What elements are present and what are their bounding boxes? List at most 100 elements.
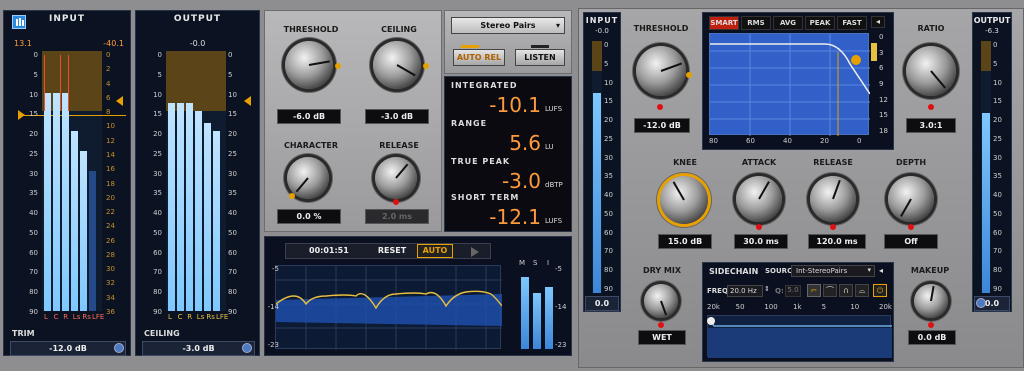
depth-label: DEPTH bbox=[895, 158, 927, 167]
scale-tick: 5 bbox=[604, 59, 609, 68]
mode-dropdown[interactable]: Stereo Pairs ▾ bbox=[451, 17, 565, 34]
history-reset-button[interactable]: RESET bbox=[373, 244, 411, 258]
bell-filter-button[interactable]: ∩ bbox=[839, 284, 853, 297]
scale-tick: 34 bbox=[106, 293, 115, 302]
scale-tick: 20 bbox=[106, 193, 115, 202]
drymix-field[interactable]: WET bbox=[638, 330, 686, 345]
output-ceiling-marker[interactable] bbox=[244, 96, 251, 106]
graph-x-tick: 0 bbox=[857, 137, 862, 145]
scale-tick: 50 bbox=[228, 228, 237, 237]
scale-tick: 50 bbox=[993, 209, 1002, 218]
history-bar-i bbox=[545, 287, 553, 349]
depth-field[interactable]: Off bbox=[884, 234, 938, 249]
release-field[interactable]: 2.0 ms bbox=[365, 209, 429, 224]
drymix-knob[interactable] bbox=[644, 284, 678, 318]
character-field[interactable]: 0.0 % bbox=[277, 209, 341, 224]
knee-knob[interactable] bbox=[660, 176, 708, 224]
channel-label: L bbox=[168, 313, 172, 321]
ceiling-field[interactable]: -3.0 dB bbox=[142, 341, 255, 356]
scale-tick: 2 bbox=[106, 65, 111, 74]
history-scale-left: -5 -14 -23 bbox=[263, 265, 279, 349]
makeup-field[interactable]: 0.0 dB bbox=[908, 330, 956, 345]
trim-field[interactable]: -12.0 dB bbox=[10, 341, 126, 356]
freq-stepper[interactable]: ⇕ bbox=[764, 285, 770, 293]
sidechain-speaker-icon[interactable]: ◂ bbox=[879, 266, 883, 275]
auto-rel-button[interactable]: AUTO REL bbox=[453, 49, 505, 66]
detection-tab-fast[interactable]: FAST bbox=[837, 16, 867, 30]
threshold-knob[interactable] bbox=[285, 41, 333, 89]
ratio-knob[interactable] bbox=[906, 46, 956, 96]
scale-tick: 90 bbox=[153, 308, 162, 316]
scale-tick: 10 bbox=[604, 78, 613, 87]
character-label: CHARACTER bbox=[283, 141, 339, 150]
ratio-field[interactable]: 3.0:1 bbox=[906, 118, 956, 133]
depth-knob[interactable] bbox=[888, 176, 934, 222]
comp-release-knob[interactable] bbox=[810, 176, 856, 222]
scale-tick: 10 bbox=[993, 78, 1002, 87]
comp-threshold-label: THRESHOLD bbox=[633, 24, 689, 33]
ceiling-link-icon[interactable] bbox=[242, 343, 252, 353]
chevron-down-icon: ▾ bbox=[555, 21, 560, 30]
scale-tick: 60 bbox=[228, 248, 237, 257]
scale-tick: 70 bbox=[604, 247, 613, 256]
lowshelf-filter-button[interactable]: ⌒ bbox=[823, 284, 837, 297]
scale-tick: 60 bbox=[153, 248, 162, 257]
ratio-label: RATIO bbox=[917, 24, 945, 33]
comp-threshold-field[interactable]: -12.0 dB bbox=[634, 118, 690, 133]
sidechain-power-icon[interactable]: ⏻ bbox=[873, 284, 887, 297]
input-peak-hold-1 bbox=[44, 55, 45, 111]
scale-tick: -14 bbox=[267, 303, 279, 311]
trim-link-icon[interactable] bbox=[114, 343, 124, 353]
scale-tick: 28 bbox=[106, 250, 115, 259]
release-knob[interactable] bbox=[375, 157, 417, 199]
scale-tick: 0 bbox=[228, 51, 233, 59]
freq-value: 20.0 Hz bbox=[730, 287, 757, 295]
detection-tab-smart[interactable]: SMART bbox=[709, 16, 739, 30]
history-auto-button[interactable]: AUTO bbox=[417, 244, 453, 258]
output-link-icon[interactable] bbox=[976, 298, 986, 308]
attack-knob[interactable] bbox=[736, 176, 782, 222]
input-peak-right: -40.1 bbox=[103, 39, 124, 48]
sidechain-freq-handle[interactable] bbox=[707, 317, 715, 325]
ceiling-label: CEILING bbox=[144, 329, 180, 338]
scale-tick: 30 bbox=[604, 153, 613, 162]
shortterm-value: -12.1 bbox=[489, 205, 541, 229]
comp-output-meter-peak bbox=[981, 41, 991, 71]
output-scale-left: 0 5 10 15 20 25 30 35 40 50 60 70 80 90 bbox=[146, 51, 162, 316]
graph-y-tick: 15 bbox=[879, 111, 888, 120]
knee-field[interactable]: 15.0 dB bbox=[658, 234, 712, 249]
transfer-graph-knee-handle[interactable] bbox=[851, 55, 861, 65]
output-scale-right: 0 5 10 15 20 25 30 35 40 50 60 70 80 90 bbox=[228, 51, 244, 316]
q-field[interactable]: 5.0 bbox=[785, 285, 801, 297]
comp-release-field[interactable]: 120.0 ms bbox=[808, 234, 866, 249]
attack-field[interactable]: 30.0 ms bbox=[734, 234, 788, 249]
output-peak: -0.0 bbox=[189, 39, 206, 48]
makeup-knob[interactable] bbox=[914, 284, 948, 318]
scale-tick: 60 bbox=[604, 228, 613, 237]
range-unit: LU bbox=[545, 143, 554, 151]
play-icon[interactable] bbox=[471, 247, 479, 257]
range-label: RANGE bbox=[451, 119, 488, 128]
scale-tick: 70 bbox=[993, 247, 1002, 256]
listen-button[interactable]: LISTEN bbox=[515, 49, 565, 66]
comp-threshold-knob[interactable] bbox=[636, 46, 686, 96]
scale-tick: 30 bbox=[993, 153, 1002, 162]
highshelf-filter-button[interactable]: ⌓ bbox=[855, 284, 869, 297]
detection-tab-peak[interactable]: PEAK bbox=[805, 16, 835, 30]
ceiling-knob[interactable] bbox=[373, 41, 421, 89]
ceiling-knob-field[interactable]: -3.0 dB bbox=[365, 109, 429, 124]
comp-input-field[interactable]: 0.0 bbox=[585, 296, 619, 311]
lowcut-filter-button[interactable]: ⌐ bbox=[807, 284, 821, 297]
speaker-icon[interactable]: ◂ bbox=[871, 16, 885, 28]
detection-tab-rms[interactable]: RMS bbox=[741, 16, 771, 30]
input-meter-peak-zone bbox=[42, 51, 102, 111]
input-meter-panel: INPUT 13.1 -40.1 0 5 10 15 20 25 30 35 40 50 60 70 8… bbox=[3, 10, 131, 356]
scale-tick: 0 bbox=[993, 41, 998, 49]
threshold-field[interactable]: -6.0 dB bbox=[277, 109, 341, 124]
scale-tick: 80 bbox=[228, 288, 237, 297]
source-dropdown[interactable]: Int-StereoPairs ▾ bbox=[791, 265, 875, 277]
detection-tab-avg[interactable]: AVG bbox=[773, 16, 803, 30]
freq-field[interactable]: 20.0 Hz bbox=[727, 285, 763, 297]
mode-dropdown-value: Stereo Pairs bbox=[480, 21, 536, 30]
channel-label: L bbox=[44, 313, 48, 321]
